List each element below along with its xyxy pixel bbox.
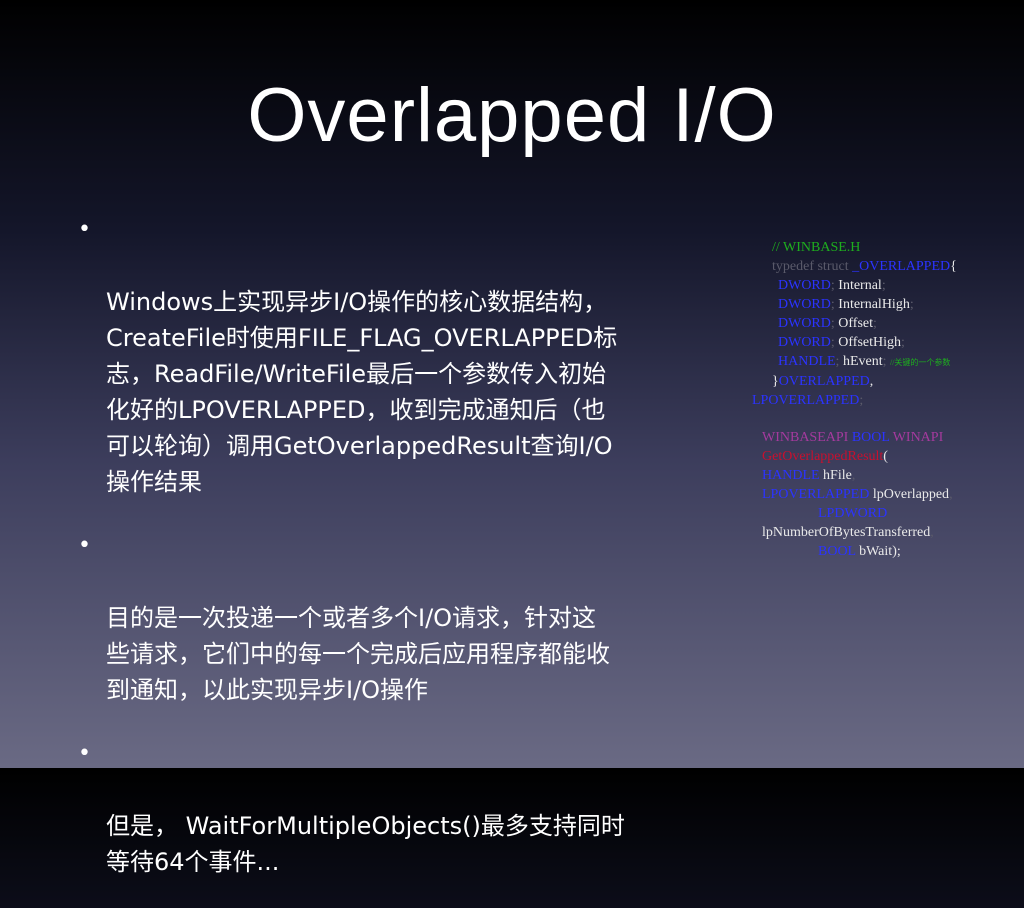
code-param: hFile <box>823 468 852 483</box>
code-paren: ( <box>883 449 888 464</box>
code-type: LPOVERLAPPED <box>762 487 870 502</box>
code-struct-name: _OVERLAPPED <box>852 259 951 274</box>
bullet-dot-icon: • <box>78 217 91 242</box>
code-type: BOOL <box>851 430 890 445</box>
code-sep: ; <box>835 354 840 369</box>
code-brace: } <box>772 374 779 389</box>
bullet-list: • Windows上实现异步I/O操作的核心数据结构， CreateFile时使… <box>78 212 698 908</box>
code-comment: //关键的一个参数 <box>889 358 951 367</box>
code-sep: ; <box>830 335 835 350</box>
code-macro: WINAPI <box>892 430 944 445</box>
bullet-dot-icon: • <box>78 741 91 766</box>
code-sep: , <box>949 487 953 502</box>
code-sep: , <box>930 525 934 540</box>
bullet-text: 目的是一次投递一个或者多个I/O请求，针对这 些请求，它们中的每一个完成后应用程… <box>106 604 610 704</box>
slide-title: Overlapped I/O <box>247 73 777 158</box>
code-alias: OVERLAPPED <box>778 374 870 389</box>
code-macro: WINBASEAPI <box>762 430 849 445</box>
code-keyword: typedef struct <box>772 259 849 274</box>
code-type: DWORD <box>778 316 831 331</box>
bullet-item: • 但是， WaitForMultipleObjects()最多支持同时 等待6… <box>78 736 698 880</box>
code-sep: , <box>851 468 856 483</box>
code-sep: ; <box>873 316 877 331</box>
code-field: OffsetHigh <box>838 335 902 350</box>
code-comment: // WINBASE.H <box>772 240 861 255</box>
code-type: BOOL <box>818 544 856 559</box>
bullet-dot-icon: • <box>78 533 91 558</box>
bullet-text: Windows上实现异步I/O操作的核心数据结构， CreateFile时使用F… <box>106 288 618 496</box>
code-type: DWORD <box>778 297 831 312</box>
code-function: GetOverlappedResult <box>762 449 884 464</box>
code-sep: ; <box>901 335 905 350</box>
bullet-text: 但是， WaitForMultipleObjects()最多支持同时 等待64个… <box>106 812 625 876</box>
code-type: HANDLE <box>778 354 836 369</box>
code-brace: { <box>950 259 957 274</box>
code-type: DWORD <box>778 278 831 293</box>
code-type: HANDLE <box>762 468 820 483</box>
code-sep: ; <box>830 316 835 331</box>
code-alias: LPOVERLAPPED <box>752 393 860 408</box>
code-sep: ); <box>892 544 901 559</box>
get-overlapped-result-code: WINBASEAPI BOOL WINAPI GetOverlappedResu… <box>762 428 1024 561</box>
code-sep: ; <box>881 278 886 293</box>
overlapped-struct-code: // WINBASE.H typedef struct _OVERLAPPED{… <box>752 238 1022 410</box>
code-sep: ; <box>830 278 835 293</box>
code-sep: , <box>869 374 874 389</box>
bullet-item: • Windows上实现异步I/O操作的核心数据结构， CreateFile时使… <box>78 212 698 500</box>
bullet-item: • 目的是一次投递一个或者多个I/O请求，针对这 些请求，它们中的每一个完成后应… <box>78 528 698 708</box>
code-sep: ; <box>859 393 864 408</box>
code-param: bWait <box>859 544 893 559</box>
code-sep: ; <box>909 297 914 312</box>
code-param: lpNumberOfBytesTransferred <box>762 525 931 540</box>
code-sep: ; <box>830 297 835 312</box>
code-field: InternalHigh <box>838 297 910 312</box>
code-param: lpOverlapped <box>872 487 950 502</box>
code-sep: ; <box>882 354 887 369</box>
code-field: Offset <box>838 316 874 331</box>
code-field: Internal <box>838 278 882 293</box>
code-field: hEvent <box>842 354 883 369</box>
code-type: DWORD <box>778 335 831 350</box>
code-type: LPDWORD <box>818 506 888 521</box>
